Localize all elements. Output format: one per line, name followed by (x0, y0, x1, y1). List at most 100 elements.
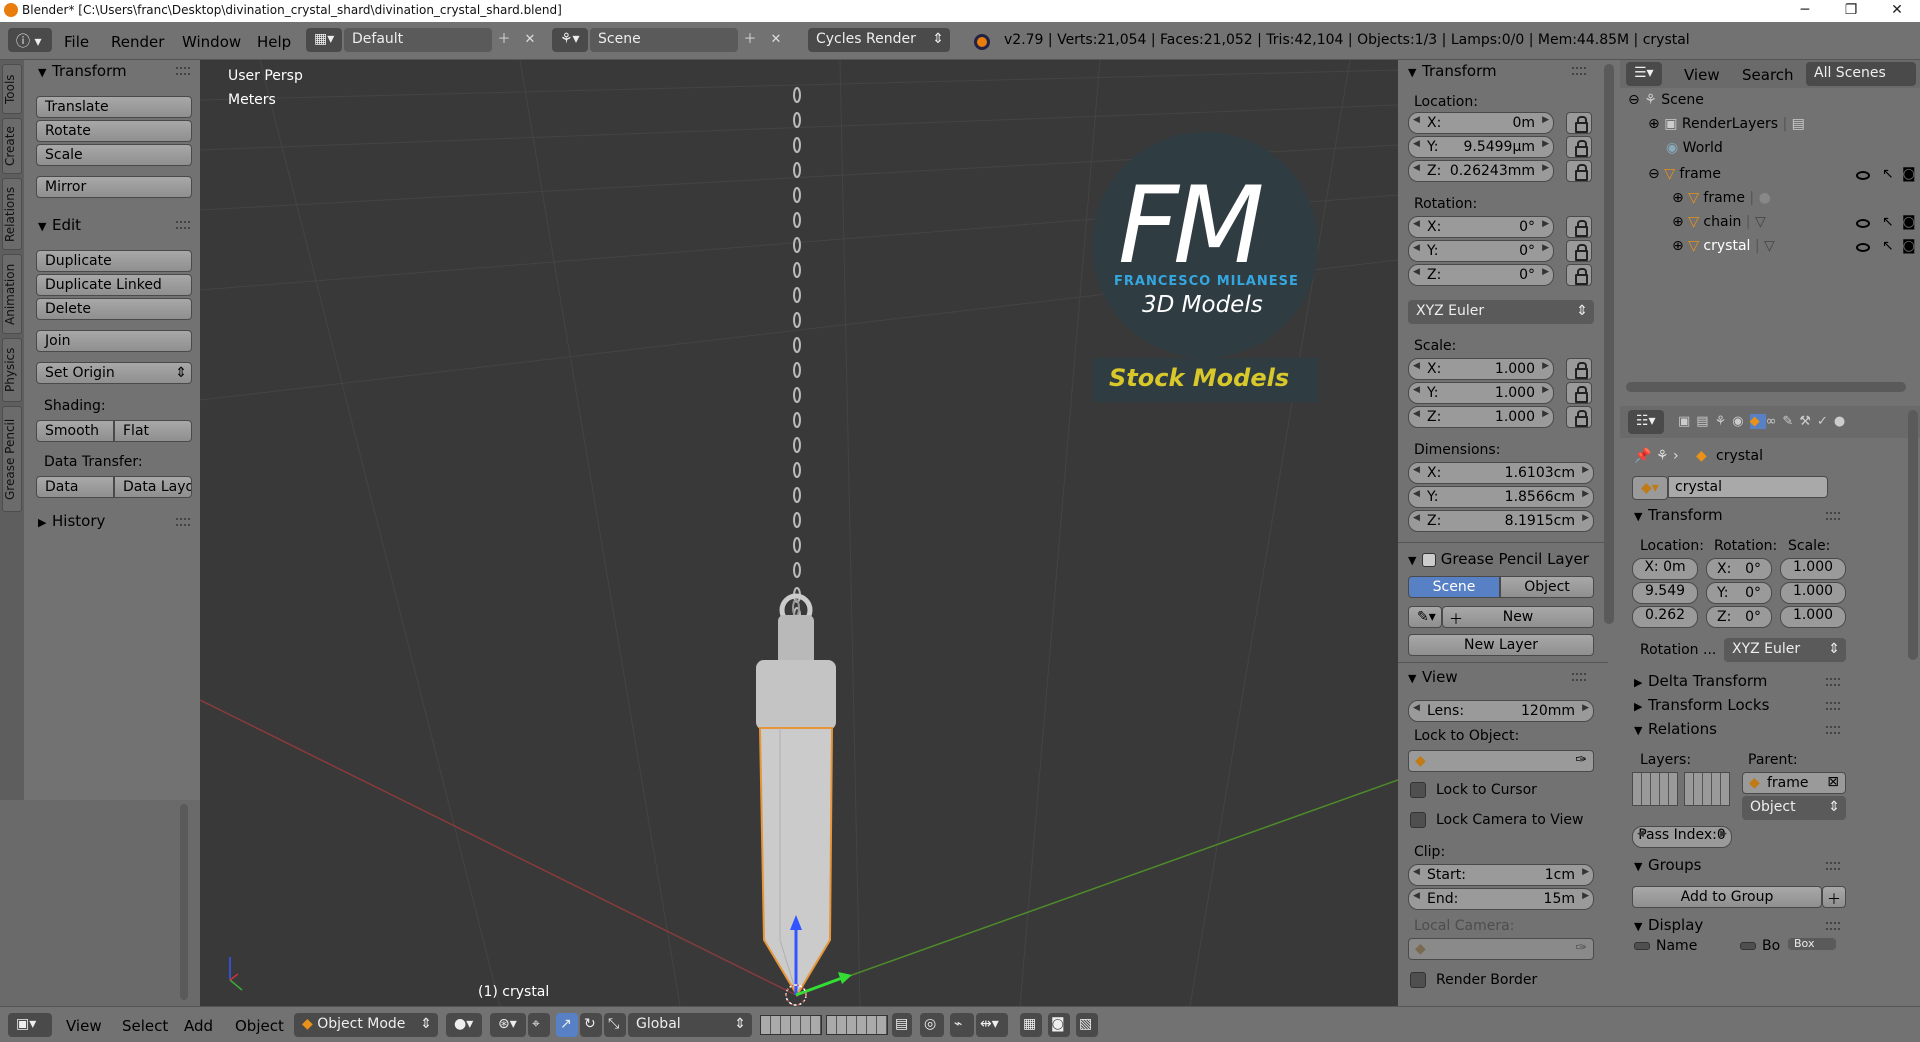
outliner-row-chain[interactable]: ⊕ ▽ chain | ▽ (1672, 214, 1766, 230)
plus-icon[interactable]: ＋ (1822, 886, 1846, 908)
close-button[interactable]: ✕ (1874, 0, 1920, 22)
proportional-edit-icon[interactable]: ◎ (920, 1013, 944, 1037)
pass-index-field[interactable]: ◀ Pass Index:0 ▶ (1632, 826, 1732, 848)
context-tabs[interactable]: ▣▤⚘◉◆∞✎⚒✓● (1678, 414, 1918, 432)
layout-selector[interactable]: Default (344, 28, 492, 52)
maximize-button[interactable]: ❐ (1828, 0, 1874, 22)
translate-button[interactable]: Translate (36, 96, 192, 118)
lock-camera-checkbox[interactable] (1410, 812, 1426, 828)
add-scene-icon[interactable]: ＋ (740, 29, 760, 51)
gp-new-button[interactable]: ＋ New (1442, 606, 1594, 628)
expand-icon[interactable]: ⊕ (1672, 238, 1684, 254)
location-x-field[interactable]: X: 0m (1632, 558, 1698, 580)
render-image-icon[interactable]: ◙ (1048, 1013, 1070, 1037)
menu-view[interactable]: View (1684, 66, 1720, 84)
opengl-render-icon[interactable]: ▦ (1020, 1013, 1042, 1037)
collapse-icon[interactable]: ⊖ (1628, 92, 1640, 108)
lock-to-cursor-checkbox[interactable] (1410, 782, 1426, 798)
remove-layout-icon[interactable]: ✕ (520, 29, 540, 51)
location-z-field[interactable]: ◀ Z: 0.26243mm ▶ (1408, 160, 1554, 182)
scale-y-field[interactable]: 1.000 (1780, 582, 1846, 604)
lock-icon[interactable] (1566, 264, 1592, 286)
lock-icon[interactable] (1566, 358, 1592, 380)
lens-field[interactable]: ◀ Lens: 120mm ▶ (1408, 700, 1594, 722)
visibility-eye-icon[interactable] (1856, 243, 1870, 252)
checkbox-checked-icon[interactable] (1422, 553, 1436, 567)
tab-create[interactable]: Create (2, 118, 22, 174)
manipulator-toggle-icon[interactable]: ⌖ (528, 1013, 550, 1037)
rotate-manipulator-icon[interactable]: ↻ (580, 1013, 602, 1037)
delta-transform-header[interactable]: ▶ Delta Transform (1634, 672, 1767, 690)
gp-scene-toggle[interactable]: Scene (1408, 576, 1500, 598)
add-to-group-button[interactable]: Add to Group (1632, 886, 1822, 908)
render-animation-icon[interactable]: ▧ (1076, 1013, 1098, 1037)
view-panel-header[interactable]: ▼ View (1408, 668, 1458, 686)
data-layout-button[interactable]: Data Layo (114, 476, 192, 498)
drag-handle-icon[interactable] (1572, 673, 1586, 681)
history-panel-header[interactable]: ▶ History (38, 512, 105, 530)
render-camera-icon[interactable]: ◙ (1902, 214, 1916, 230)
menu-select[interactable]: Select (122, 1017, 168, 1035)
parent-field[interactable]: ◆ frame ⊠ (1742, 772, 1846, 794)
lock-icon[interactable] (1566, 382, 1592, 404)
collapse-icon[interactable]: ⊖ (1648, 166, 1660, 182)
layout-icon[interactable]: ▦▾ (306, 28, 342, 52)
tab-grease-pencil[interactable]: Grease Pencil (2, 406, 22, 512)
pivot-point-icon[interactable]: ⊛▾ (490, 1013, 526, 1037)
eyedropper-icon[interactable]: ✑ (1575, 752, 1587, 768)
outliner-row-world[interactable]: ◉ World (1666, 140, 1723, 156)
scale-z-field[interactable]: 1.000 (1780, 606, 1846, 628)
minimize-button[interactable]: ─ (1782, 0, 1828, 22)
visibility-eye-icon[interactable] (1856, 219, 1870, 228)
select-arrow-icon[interactable]: ↖ (1882, 214, 1894, 230)
object-cube-icon[interactable]: ◆▾ (1632, 476, 1668, 500)
scale-y-field[interactable]: ◀ Y: 1.000 ▶ (1408, 382, 1554, 404)
scrollbar[interactable] (1604, 64, 1614, 624)
3d-viewport[interactable]: User Persp Meters (1) crystal FM FRANCES… (200, 60, 1398, 1006)
menu-help[interactable]: Help (257, 33, 291, 51)
scale-z-field[interactable]: ◀ Z: 1.000 ▶ (1408, 406, 1554, 428)
outliner-row-crystal[interactable]: ⊕ ▽ crystal | ▽ (1672, 238, 1775, 254)
lock-object-field[interactable]: ◆ ✑ (1408, 750, 1594, 772)
dimension-y-field[interactable]: ◀ Y: 1.8566cm ▶ (1408, 486, 1594, 508)
add-layout-icon[interactable]: ＋ (494, 29, 514, 51)
rotation-mode-dropdown[interactable]: XYZ Euler ⇕ (1724, 638, 1846, 662)
scale-x-field[interactable]: ◀ X: 1.000 ▶ (1408, 358, 1554, 380)
info-editor-icon[interactable]: ⓘ ▾ (8, 28, 52, 52)
object-tab-icon[interactable]: ◆ (1749, 414, 1766, 429)
outliner-row-scene[interactable]: ⊖ ⚘ Scene (1628, 92, 1704, 108)
tab-animation[interactable]: Animation (2, 254, 22, 334)
rotation-y-field[interactable]: Y: 0° (1706, 582, 1772, 604)
drag-handle-icon[interactable] (176, 518, 190, 526)
dimension-z-field[interactable]: ◀ Z: 8.1915cm ▶ (1408, 510, 1594, 532)
drag-handle-icon[interactable] (1826, 726, 1840, 734)
menu-render[interactable]: Render (111, 33, 164, 51)
set-origin-dropdown[interactable]: Set Origin ⇕ (36, 362, 192, 384)
scrollbar[interactable] (1908, 410, 1918, 660)
rotation-z-field[interactable]: Z: 0° (1706, 606, 1772, 628)
mode-dropdown[interactable]: ◆ Object Mode ⇕ (294, 1013, 438, 1037)
lock-icon[interactable] (1566, 160, 1592, 182)
menu-view[interactable]: View (66, 1017, 102, 1035)
rotate-button[interactable]: Rotate (36, 120, 192, 142)
name-checkbox[interactable] (1634, 942, 1650, 950)
select-arrow-icon[interactable]: ↖ (1882, 238, 1894, 254)
scale-manipulator-icon[interactable]: ⤡ (604, 1013, 626, 1037)
visibility-eye-icon[interactable] (1856, 171, 1870, 180)
drag-handle-icon[interactable] (176, 221, 190, 229)
shading-mode-icon[interactable]: ●▾ (446, 1013, 482, 1037)
translate-manipulator-icon[interactable]: ↗ (556, 1013, 578, 1037)
layers-grid[interactable] (1684, 772, 1730, 806)
scrollbar[interactable] (1626, 382, 1906, 392)
scrollbar[interactable] (180, 804, 188, 1000)
bounds-checkbox[interactable] (1740, 942, 1756, 950)
gp-object-toggle[interactable]: Object (1500, 576, 1594, 598)
snap-icon[interactable]: ⌁ (950, 1013, 974, 1037)
transform-locks-header[interactable]: ▶ Transform Locks (1634, 696, 1769, 714)
select-arrow-icon[interactable]: ↖ (1882, 166, 1894, 182)
scale-button[interactable]: Scale (36, 144, 192, 166)
layers-grid[interactable] (1632, 772, 1678, 806)
mirror-button[interactable]: Mirror (36, 176, 192, 198)
layers-lock-icon[interactable]: ▤ (892, 1013, 912, 1037)
local-camera-field[interactable]: ◆ ✑ (1408, 938, 1594, 960)
